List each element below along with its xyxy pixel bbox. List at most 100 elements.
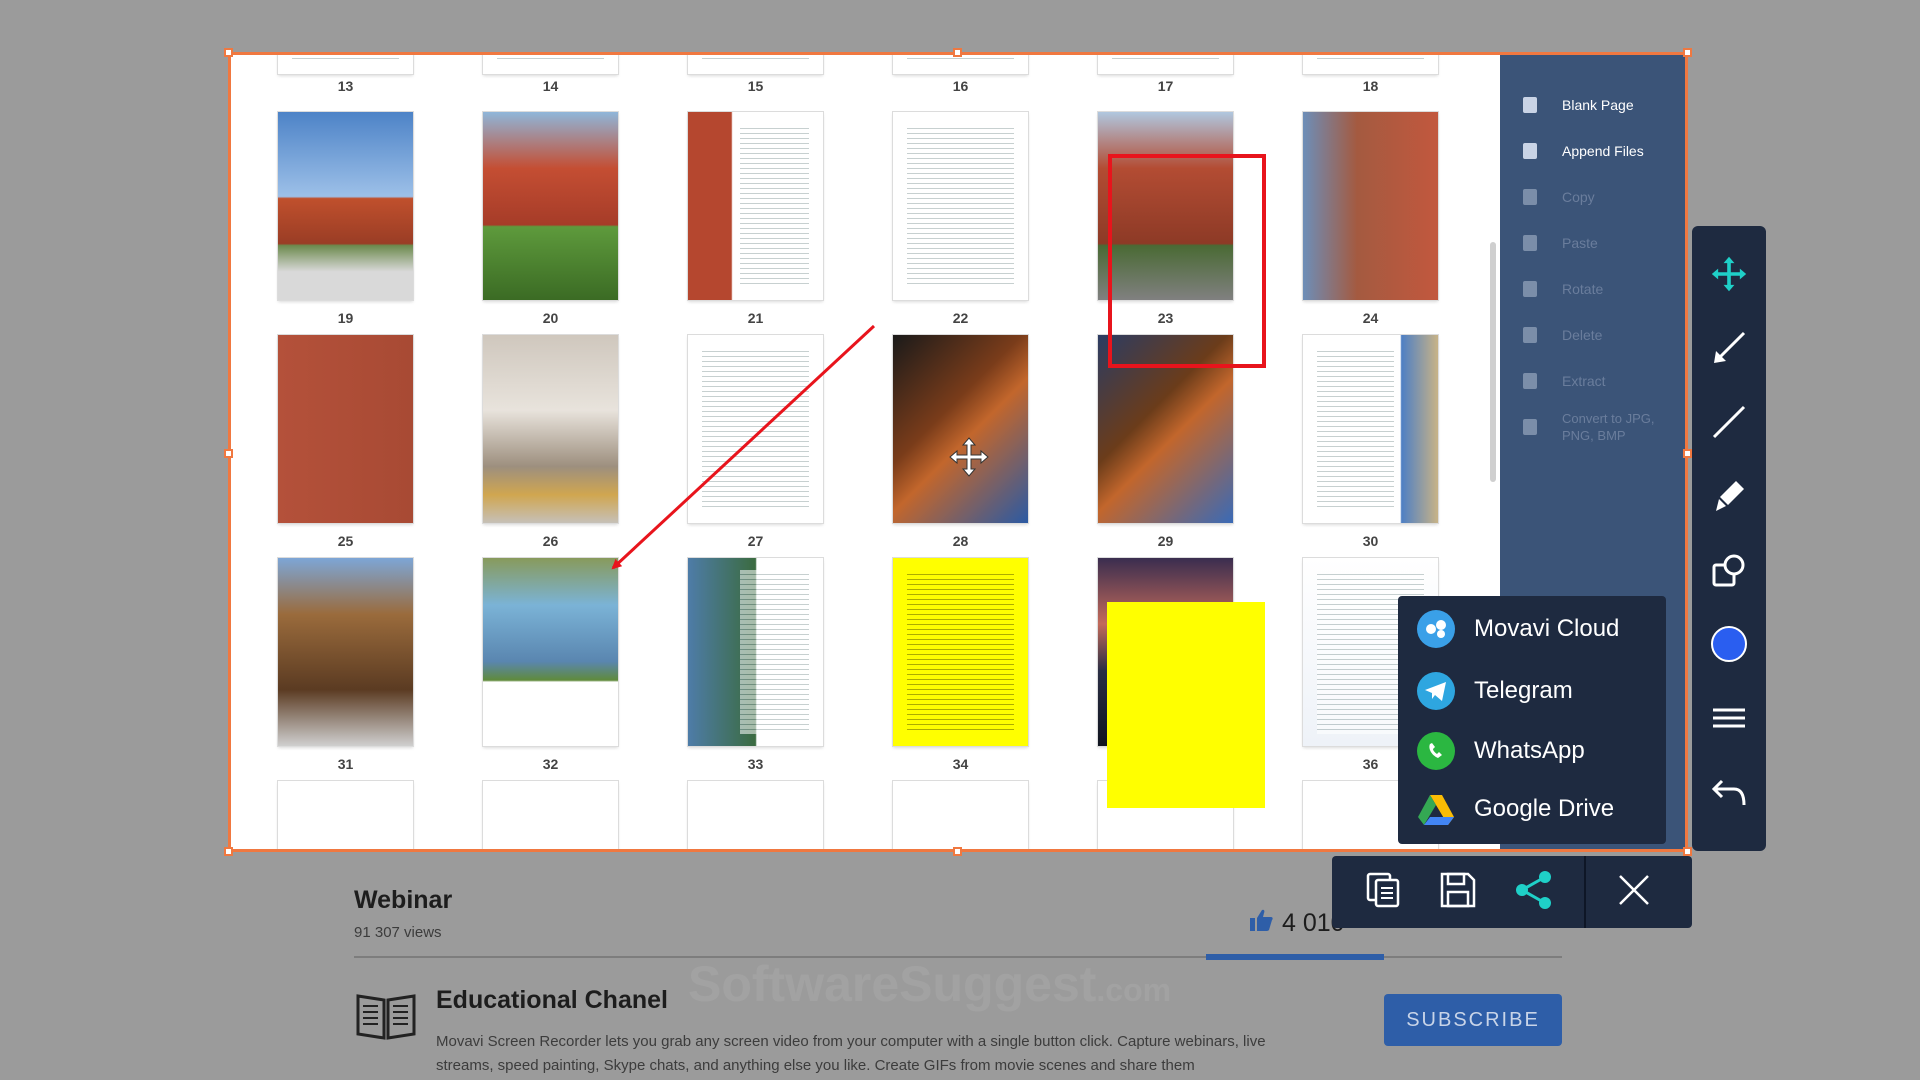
resize-handle[interactable] [953, 48, 962, 57]
page-number: 17 [1157, 78, 1174, 94]
blank-page-icon [1518, 93, 1542, 117]
resize-handle[interactable] [224, 48, 233, 57]
copy-button[interactable] [1362, 870, 1406, 914]
page-number: 34 [952, 756, 969, 772]
undo-button[interactable] [1709, 774, 1749, 814]
resize-handle[interactable] [1683, 847, 1692, 856]
save-icon [1438, 870, 1478, 915]
sidebar-item-delete: Delete [1518, 320, 1602, 350]
page-text-lines [740, 124, 809, 288]
page-thumbnail[interactable] [278, 335, 413, 523]
shapes-tool-button[interactable] [1709, 552, 1749, 592]
page-thumbnail[interactable] [1303, 52, 1438, 74]
page-thumbnail[interactable] [893, 781, 1028, 852]
page-thumbnail[interactable] [688, 558, 823, 746]
page-thumbnail[interactable] [688, 781, 823, 852]
resize-handle[interactable] [953, 847, 962, 856]
page-text-lines [740, 570, 809, 734]
page-number: 24 [1362, 310, 1379, 326]
page-thumbnail[interactable] [483, 335, 618, 523]
sidebar-item-paste: Paste [1518, 228, 1598, 258]
page-thumbnail[interactable] [278, 112, 413, 300]
share-option-whatsapp[interactable]: WhatsApp [1416, 730, 1585, 772]
page-thumbnail[interactable] [483, 781, 618, 852]
delete-icon [1518, 323, 1542, 347]
page-text-lines [702, 52, 809, 62]
page-thumbnail[interactable] [1303, 335, 1438, 523]
action-toolbar [1332, 856, 1692, 928]
page-image [483, 558, 618, 746]
arrow-tool-button[interactable] [1709, 330, 1749, 370]
page-number: 31 [337, 756, 354, 772]
share-option-telegram[interactable]: Telegram [1416, 670, 1573, 712]
view-count: 91 307 views [354, 924, 442, 941]
undo-icon [1710, 773, 1748, 816]
save-button[interactable] [1436, 870, 1480, 914]
page-thumbnail[interactable] [688, 52, 823, 74]
watermark: SoftwareSuggest.com [688, 956, 1172, 1012]
page-thumbnail[interactable] [1303, 112, 1438, 300]
resize-handle[interactable] [224, 449, 233, 458]
line-icon [1710, 403, 1748, 446]
page-text-lines [1317, 52, 1424, 62]
page-thumbnail[interactable] [688, 335, 823, 523]
annotation-toolbar [1692, 226, 1766, 851]
page-number: 18 [1362, 78, 1379, 94]
page-number: 14 [542, 78, 559, 94]
page-image [483, 112, 618, 300]
page-thumbnail[interactable] [1098, 52, 1233, 74]
share-option-movavi-cloud[interactable]: Movavi Cloud [1416, 608, 1619, 650]
sidebar-item-rotate: Rotate [1518, 274, 1603, 304]
color-picker-button[interactable] [1709, 625, 1749, 666]
marker-tool-button[interactable] [1709, 478, 1749, 518]
video-title: Webinar [354, 886, 453, 914]
page-number: 25 [337, 533, 354, 549]
telegram-icon [1416, 671, 1456, 711]
move-icon [1710, 255, 1748, 298]
page-thumbnail[interactable] [893, 112, 1028, 300]
page-thumbnail[interactable] [278, 558, 413, 746]
page-text-lines [702, 347, 809, 511]
marker-icon [1710, 477, 1748, 520]
paste-icon [1518, 231, 1542, 255]
resize-handle[interactable] [1683, 48, 1692, 57]
page-image [483, 335, 618, 523]
channel-name[interactable]: Educational Chanel [436, 986, 668, 1015]
menu-button[interactable] [1709, 700, 1749, 740]
page-image [893, 335, 1028, 523]
page-thumbnail[interactable] [483, 558, 618, 746]
move-tool-button[interactable] [1709, 256, 1749, 296]
page-thumbnail[interactable] [483, 112, 618, 300]
share-option-google-drive[interactable]: Google Drive [1416, 788, 1614, 830]
screen: 13 14 15 16 17 18 19 20 21 22 23 24 25 26 27 28 29 30 31 32… [0, 0, 1920, 1080]
like-button[interactable]: 4 010 [1248, 908, 1345, 939]
sidebar-item-extract: Extract [1518, 366, 1606, 396]
page-thumbnail[interactable] [278, 52, 413, 74]
scrollbar[interactable] [1490, 242, 1496, 482]
page-number: 13 [337, 78, 354, 94]
page-number: 22 [952, 310, 969, 326]
copy-icon [1364, 870, 1404, 915]
page-number: 28 [952, 533, 969, 549]
page-text-lines [497, 52, 604, 62]
page-thumbnail[interactable] [483, 52, 618, 74]
page-thumbnail[interactable] [688, 112, 823, 300]
page-thumbnail[interactable] [893, 335, 1028, 523]
sidebar-item-label: Delete [1562, 327, 1603, 343]
share-button[interactable] [1512, 870, 1556, 914]
page-thumbnail[interactable] [893, 558, 1028, 746]
resize-handle[interactable] [224, 847, 233, 856]
sidebar-item-blank-page[interactable]: Blank Page [1518, 90, 1634, 120]
page-thumbnail[interactable] [278, 781, 413, 852]
resize-handle[interactable] [1683, 449, 1692, 458]
sidebar-item-convert: Convert to JPG, PNG, BMP [1518, 411, 1672, 443]
share-icon [1513, 869, 1555, 916]
extract-icon [1518, 369, 1542, 393]
line-tool-button[interactable] [1709, 404, 1749, 444]
sidebar-item-append-files[interactable]: Append Files [1518, 136, 1644, 166]
sidebar-item-copy: Copy [1518, 182, 1595, 212]
subscribe-button[interactable]: SUBSCRIBE [1384, 994, 1562, 1046]
sidebar-item-label: Paste [1562, 235, 1598, 251]
page-number: 26 [542, 533, 559, 549]
close-button[interactable] [1612, 870, 1656, 914]
